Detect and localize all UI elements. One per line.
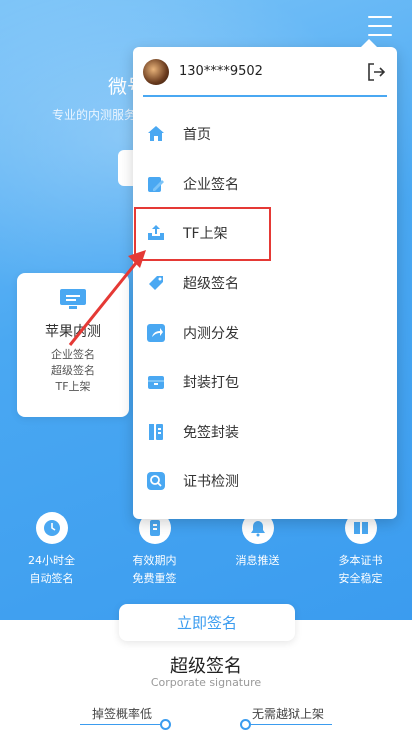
menu-item-sign-free-package[interactable]: 免签封装 [145, 410, 385, 454]
dropdown-menu: 130****9502 首页 企业签名 TF上架 超级签名 内测分发 封装打包 … [133, 39, 397, 519]
tf-highlight-box [134, 207, 271, 261]
menu-item-label: 企业签名 [183, 177, 239, 193]
divider [80, 724, 166, 725]
search-certificate-icon [147, 472, 165, 490]
menu-item-super-sign[interactable]: 超级签名 [145, 261, 385, 305]
card-line: 企业签名 [51, 348, 95, 361]
divider [246, 724, 332, 725]
clock-icon [35, 512, 68, 544]
avatar[interactable] [143, 59, 169, 85]
feature-line: 免费重签 [132, 572, 177, 585]
feature-line: 多本证书 [338, 554, 383, 567]
feature-line: 24小时全 [28, 554, 75, 567]
header-divider [143, 95, 387, 97]
feature-line: 有效期内 [132, 554, 177, 567]
card-line: 超级签名 [51, 364, 95, 377]
section-point: 掉签概率低 [92, 707, 153, 721]
feature-line: 自动签名 [29, 572, 74, 585]
menu-hamburger-icon[interactable] [368, 16, 392, 36]
feature-line: 消息推送 [235, 554, 280, 567]
monitor-icon [60, 289, 86, 309]
sign-now-button[interactable]: 立即签名 [119, 604, 295, 641]
menu-caret [361, 39, 377, 47]
menu-item-label: 内测分发 [183, 326, 239, 342]
feature-item: 24小时全 自动签名 [0, 512, 103, 588]
menu-item-package[interactable]: 封装打包 [145, 360, 385, 404]
package-icon [149, 424, 163, 440]
section-subtitle: Corporate signature [150, 676, 262, 689]
tag-icon [149, 276, 163, 290]
menu-item-label: 免签封装 [183, 425, 239, 441]
point-dot [160, 719, 171, 730]
card-title: 苹果内测 [45, 324, 101, 340]
menu-item-enterprise-sign[interactable]: 企业签名 [145, 162, 385, 206]
card-line: TF上架 [55, 380, 91, 393]
menu-item-beta-distribution[interactable]: 内测分发 [145, 311, 385, 355]
feature-list: 24小时全 自动签名 有效期内 免费重签 消息推送 多本证书 安全稳定 [0, 512, 412, 588]
menu-item-home[interactable]: 首页 [145, 112, 385, 156]
logout-icon[interactable] [365, 61, 387, 83]
point-dot [240, 719, 251, 730]
menu-item-label: 首页 [183, 127, 211, 143]
feature-item: 消息推送 [206, 512, 309, 588]
section-title: 超级签名 [170, 656, 242, 677]
feature-item: 有效期内 免费重签 [103, 512, 206, 588]
menu-item-label: 证书检测 [183, 474, 239, 490]
feature-item: 多本证书 安全稳定 [309, 512, 412, 588]
user-header: 130****9502 [143, 59, 387, 97]
apple-beta-card[interactable]: 苹果内测 企业签名 超级签名 TF上架 [17, 273, 129, 417]
user-phone: 130****9502 [179, 64, 263, 79]
hero-subtitle: 专业的内测服务 [52, 108, 137, 122]
home-icon [148, 126, 164, 141]
edit-icon [148, 177, 164, 192]
menu-item-certificate-check[interactable]: 证书检测 [145, 459, 385, 503]
section-point: 无需越狱上架 [252, 707, 325, 721]
menu-item-label: 封装打包 [183, 375, 239, 391]
box-icon [148, 376, 164, 389]
menu-item-label: 超级签名 [183, 276, 239, 292]
feature-line: 安全稳定 [338, 572, 383, 585]
share-icon [147, 324, 165, 342]
